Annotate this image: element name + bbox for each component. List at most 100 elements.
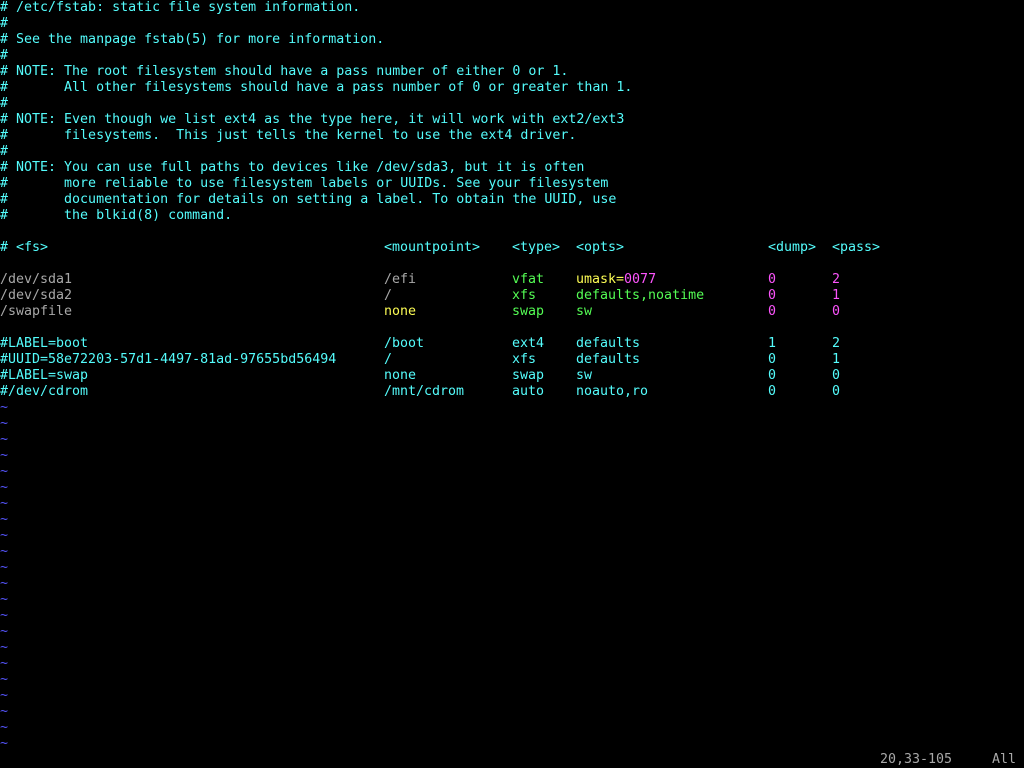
cursor-position: 20,33-105 xyxy=(880,752,953,767)
entry-mountpoint: none xyxy=(384,304,417,319)
entry-fs: /swapfile xyxy=(0,304,73,319)
terminal-screen[interactable]: # /etc/fstab: static file system informa… xyxy=(0,0,1024,768)
entry-type: ext4 xyxy=(512,336,545,351)
entry-opts-key: umask= xyxy=(576,272,625,287)
tilde-marker: ~ xyxy=(0,672,9,687)
comment-line: # documentation for details on setting a… xyxy=(0,192,617,207)
comment-line: # NOTE: The root filesystem should have … xyxy=(0,64,569,79)
tilde-marker: ~ xyxy=(0,416,9,431)
comment-line: # All other filesystems should have a pa… xyxy=(0,80,633,95)
tilde-marker: ~ xyxy=(0,528,9,543)
tilde-marker: ~ xyxy=(0,544,9,559)
tilde-marker: ~ xyxy=(0,592,9,607)
comment-line: # xyxy=(0,96,9,111)
entry-opts-key: sw xyxy=(576,304,593,319)
tilde-marker: ~ xyxy=(0,480,9,495)
tilde-marker: ~ xyxy=(0,736,9,751)
entry-type: swap xyxy=(512,304,545,319)
entry-fs: #LABEL=swap xyxy=(0,368,89,383)
entry-dump: 0 xyxy=(768,304,777,319)
entry-opts-value: 0077 xyxy=(624,272,657,287)
header-mountpoint: <mountpoint> xyxy=(384,240,481,255)
tilde-marker: ~ xyxy=(0,720,9,735)
entry-pass: 0 xyxy=(832,384,841,399)
entry-opts: defaults,noatime xyxy=(576,288,704,304)
entry-dump: 0 xyxy=(768,368,777,383)
entry-mountpoint: /boot xyxy=(384,336,425,351)
entry-mountpoint: / xyxy=(384,352,393,367)
empty-line-markers: ~ ~ ~ ~ ~ ~ ~ ~ ~ ~ ~ ~ ~ ~ ~ ~ ~ ~ ~ ~ ~ ~ xyxy=(0,400,1024,752)
entry-dump: 0 xyxy=(768,272,777,287)
header-type: <type> xyxy=(512,240,561,255)
entry-pass: 2 xyxy=(832,272,841,287)
entry-opts: defaults xyxy=(576,336,641,351)
tilde-marker: ~ xyxy=(0,624,9,639)
entry-dump: 0 xyxy=(768,384,777,399)
header-fs: # <fs> xyxy=(0,240,49,255)
entry-dump: 0 xyxy=(768,288,777,303)
entry-fs: #LABEL=boot xyxy=(0,336,89,351)
tilde-marker: ~ xyxy=(0,448,9,463)
entry-pass: 1 xyxy=(832,288,841,303)
comment-line: # xyxy=(0,48,9,63)
entry-mountpoint: /mnt/cdrom xyxy=(384,384,465,399)
commented-entry: #/dev/cdrom /mnt/cdrom auto noauto,ro 0 … xyxy=(0,384,1024,400)
entry-fs: #/dev/cdrom xyxy=(0,384,89,399)
commented-entry: #LABEL=boot /boot ext4 defaults 1 2 xyxy=(0,336,1024,352)
comment-line: # See the manpage fstab(5) for more info… xyxy=(0,32,385,47)
tilde-marker: ~ xyxy=(0,512,9,527)
fstab-entry: /dev/sda1 /efi vfat umask=0077 0 2 xyxy=(0,272,1024,288)
comment-line: # NOTE: You can use full paths to device… xyxy=(0,160,585,175)
entry-pass: 1 xyxy=(832,352,841,367)
entry-type: xfs xyxy=(512,352,537,367)
entry-pass: 2 xyxy=(832,336,841,351)
entry-fs: /dev/sda2 xyxy=(0,288,73,303)
entry-mountpoint: / xyxy=(384,288,393,303)
commented-entry: #UUID=58e72203-57d1-4497-81ad-97655bd564… xyxy=(0,352,1024,368)
entry-type: auto xyxy=(512,384,545,399)
tilde-marker: ~ xyxy=(0,496,9,511)
comment-line: # xyxy=(0,16,9,31)
table-header: # <fs> <mountpoint> <type> <opts> <dump>… xyxy=(0,240,1024,256)
entry-pass: 0 xyxy=(832,368,841,383)
tilde-marker: ~ xyxy=(0,688,9,703)
comment-line: # NOTE: Even though we list ext4 as the … xyxy=(0,112,625,127)
tilde-marker: ~ xyxy=(0,560,9,575)
entry-opts: sw xyxy=(576,304,592,320)
entry-opts: sw xyxy=(576,368,593,383)
entry-dump: 1 xyxy=(768,336,777,351)
header-pass: <pass> xyxy=(832,240,881,255)
comment-line: # xyxy=(0,144,9,159)
tilde-marker: ~ xyxy=(0,656,9,671)
tilde-marker: ~ xyxy=(0,432,9,447)
entry-dump: 0 xyxy=(768,352,777,367)
header-dump: <dump> xyxy=(768,240,817,255)
tilde-marker: ~ xyxy=(0,640,9,655)
entry-opts-key: defaults,noatime xyxy=(576,288,705,303)
tilde-marker: ~ xyxy=(0,576,9,591)
comment-line: # filesystems. This just tells the kerne… xyxy=(0,128,577,143)
entry-pass: 0 xyxy=(832,304,841,319)
comment-line: # the blkid(8) command. xyxy=(0,208,233,223)
entry-fs: #UUID=58e72203-57d1-4497-81ad-97655bd564… xyxy=(0,352,337,367)
scroll-position: All xyxy=(992,752,1017,767)
entry-opts: defaults xyxy=(576,352,641,367)
entry-type: vfat xyxy=(512,272,545,287)
entry-mountpoint: /efi xyxy=(384,272,417,287)
editor-buffer[interactable]: # /etc/fstab: static file system informa… xyxy=(0,0,1024,752)
commented-entry: #LABEL=swap none swap sw 0 0 xyxy=(0,368,1024,384)
entry-mountpoint: none xyxy=(384,368,417,383)
fstab-entry: /dev/sda2 / xfs defaults,noatime 0 1 xyxy=(0,288,1024,304)
entry-opts: noauto,ro xyxy=(576,384,649,399)
entry-type: xfs xyxy=(512,288,537,303)
tilde-marker: ~ xyxy=(0,704,9,719)
comment-line: # more reliable to use filesystem labels… xyxy=(0,176,609,191)
status-line: 20,33-105 All xyxy=(0,752,1024,768)
tilde-marker: ~ xyxy=(0,608,9,623)
entry-type: swap xyxy=(512,368,545,383)
tilde-marker: ~ xyxy=(0,400,9,415)
entry-fs: /dev/sda1 xyxy=(0,272,73,287)
